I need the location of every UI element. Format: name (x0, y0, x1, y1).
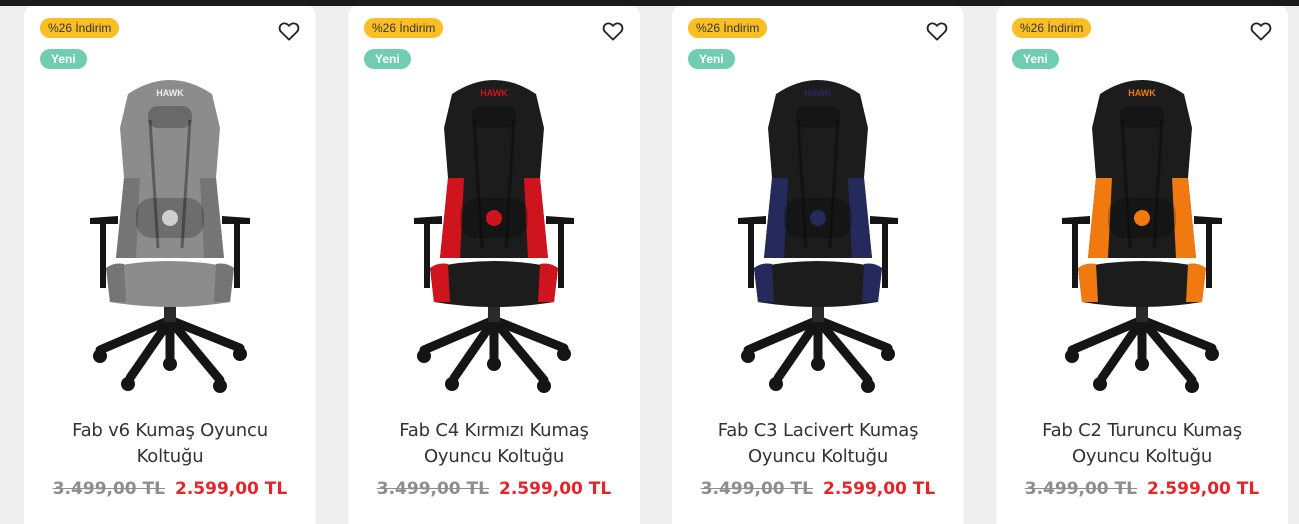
chair-head-pillow (472, 106, 516, 128)
product-image[interactable]: HAWK (70, 58, 270, 398)
discount-badge: %26 İndirim (364, 18, 444, 38)
chair-wheel (1185, 379, 1199, 393)
heart-outline-icon (1250, 22, 1272, 41)
product-image[interactable]: HAWK (394, 58, 594, 398)
product-card[interactable]: %26 İndirim Yeni HAWK Fab v6 Kumaş Oyunc… (24, 6, 316, 524)
chair-wheel (233, 347, 247, 361)
sale-price: 2.599,00 TL (175, 479, 288, 499)
chair-wheel (487, 357, 501, 371)
price-row: 3.499,00 TL 2.599,00 TL (672, 479, 964, 499)
chair-lumbar-emblem (162, 210, 178, 226)
price-row: 3.499,00 TL 2.599,00 TL (996, 479, 1288, 499)
chair-wheel (1135, 357, 1149, 371)
chair-wheel (769, 377, 783, 391)
chair-lumbar-emblem (810, 210, 826, 226)
chair-wheel (213, 379, 227, 393)
old-price: 3.499,00 TL (52, 479, 165, 499)
old-price: 3.499,00 TL (376, 479, 489, 499)
favorite-button[interactable] (924, 18, 950, 44)
chair-wheel (1093, 377, 1107, 391)
chair-wheel (1205, 347, 1219, 361)
chair-wheel (811, 357, 825, 371)
chair-seat-side-right (538, 263, 558, 302)
product-card[interactable]: %26 İndirim Yeni HAWK Fab C2 Turuncu Kum… (996, 6, 1288, 524)
old-price: 3.499,00 TL (700, 479, 813, 499)
old-price: 3.499,00 TL (1024, 479, 1137, 499)
chair-seat-side-left (754, 263, 774, 302)
chair-wheel (557, 347, 571, 361)
chair-wheel (163, 357, 177, 371)
chair-wheel (93, 349, 107, 363)
chair-seat-side-left (430, 263, 450, 302)
heart-outline-icon (602, 22, 624, 41)
chair-seat-side-left (1078, 263, 1098, 302)
chair-lumbar-emblem (486, 210, 502, 226)
product-name[interactable]: Fab C2 Turuncu Kumaş Oyuncu Koltuğu (1016, 418, 1268, 470)
discount-badge: %26 İndirim (1012, 18, 1092, 38)
discount-badge: %26 İndirim (688, 18, 768, 38)
chair-seat-side-left (106, 263, 126, 302)
price-row: 3.499,00 TL 2.599,00 TL (348, 479, 640, 499)
product-card[interactable]: %26 İndirim Yeni HAWK Fab C4 Kırmızı Kum… (348, 6, 640, 524)
discount-badge: %26 İndirim (40, 18, 120, 38)
product-name[interactable]: Fab C4 Kırmızı Kumaş Oyuncu Koltuğu (368, 418, 620, 470)
product-image[interactable]: HAWK (718, 58, 918, 398)
chair-wheel (537, 379, 551, 393)
chair-wheel (1065, 349, 1079, 363)
product-name[interactable]: Fab v6 Kumaş Oyuncu Koltuğu (44, 418, 296, 470)
chair-head-pillow (796, 106, 840, 128)
chair-wheel (121, 377, 135, 391)
chair-logo: HAWK (1128, 88, 1156, 98)
chair-seat-side-right (214, 263, 234, 302)
chair-logo: HAWK (804, 88, 832, 98)
sale-price: 2.599,00 TL (499, 479, 612, 499)
favorite-button[interactable] (600, 18, 626, 44)
chair-head-pillow (1120, 106, 1164, 128)
sale-price: 2.599,00 TL (1147, 479, 1260, 499)
chair-seat-side-right (1186, 263, 1206, 302)
heart-outline-icon (926, 22, 948, 41)
chair-logo: HAWK (480, 88, 508, 98)
product-card[interactable]: %26 İndirim Yeni HAWK Fab C3 Lacivert Ku… (672, 6, 964, 524)
favorite-button[interactable] (276, 18, 302, 44)
chair-wheel (417, 349, 431, 363)
price-row: 3.499,00 TL 2.599,00 TL (24, 479, 316, 499)
chair-wheel (881, 347, 895, 361)
chair-wheel (861, 379, 875, 393)
chair-wheel (445, 377, 459, 391)
chair-seat-side-right (862, 263, 882, 302)
favorite-button[interactable] (1248, 18, 1274, 44)
product-image[interactable]: HAWK (1042, 58, 1242, 398)
sale-price: 2.599,00 TL (823, 479, 936, 499)
chair-wheel (741, 349, 755, 363)
chair-lumbar-emblem (1134, 210, 1150, 226)
heart-outline-icon (278, 22, 300, 41)
chair-logo: HAWK (156, 88, 184, 98)
product-name[interactable]: Fab C3 Lacivert Kumaş Oyuncu Koltuğu (692, 418, 944, 470)
chair-head-pillow (148, 106, 192, 128)
